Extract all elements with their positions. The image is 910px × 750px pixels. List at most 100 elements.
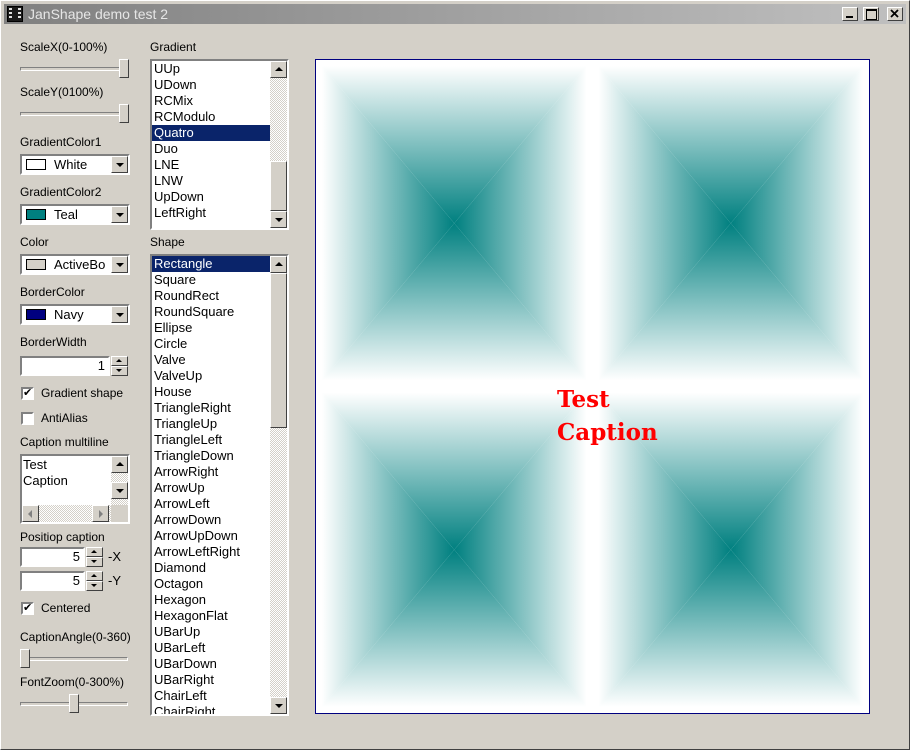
list-item[interactable]: ValveUp bbox=[152, 368, 270, 384]
pos-y-spinner[interactable] bbox=[86, 571, 103, 591]
list-item[interactable]: RoundSquare bbox=[152, 304, 270, 320]
scale-x-slider-thumb[interactable] bbox=[119, 59, 129, 78]
list-item[interactable]: RCMix bbox=[152, 93, 270, 109]
scroll-up-icon[interactable] bbox=[270, 61, 287, 78]
caption-textarea[interactable]: Test Caption bbox=[20, 454, 130, 524]
chevron-down-icon[interactable] bbox=[111, 156, 128, 173]
list-item[interactable]: UBarRight bbox=[152, 672, 270, 688]
list-item[interactable]: TriangleRight bbox=[152, 400, 270, 416]
caption-line: Test bbox=[23, 457, 47, 472]
list-item[interactable]: UBarUp bbox=[152, 624, 270, 640]
gradient-list-label: Gradient bbox=[150, 40, 197, 54]
pos-x-input[interactable]: 5 bbox=[20, 547, 85, 567]
spin-up-icon[interactable] bbox=[111, 356, 128, 366]
antialias-checkbox[interactable] bbox=[21, 412, 34, 425]
list-item[interactable]: Quatro bbox=[152, 125, 270, 141]
list-item[interactable]: UpDown bbox=[152, 189, 270, 205]
list-item[interactable]: ArrowDown bbox=[152, 512, 270, 528]
memo-hscroll[interactable] bbox=[22, 505, 111, 522]
scroll-up-icon[interactable] bbox=[111, 456, 128, 473]
list-item[interactable]: Circle bbox=[152, 336, 270, 352]
list-item[interactable]: Duo bbox=[152, 141, 270, 157]
scroll-down-icon[interactable] bbox=[270, 211, 287, 228]
shape-vscroll[interactable] bbox=[270, 256, 287, 714]
list-item[interactable]: Hexagon bbox=[152, 592, 270, 608]
scale-y-slider-thumb[interactable] bbox=[119, 104, 129, 123]
chevron-down-icon[interactable] bbox=[111, 306, 128, 323]
caption-angle-slider-thumb[interactable] bbox=[20, 649, 30, 668]
gradient-color2-label: GradientColor2 bbox=[20, 185, 102, 199]
list-item[interactable]: ArrowLeftRight bbox=[152, 544, 270, 560]
scale-x-track[interactable] bbox=[20, 67, 129, 71]
scroll-right-icon[interactable] bbox=[92, 505, 109, 522]
scroll-left-icon[interactable] bbox=[22, 505, 39, 522]
list-item[interactable]: Ellipse bbox=[152, 320, 270, 336]
list-item[interactable]: Rectangle bbox=[152, 256, 270, 272]
list-item[interactable]: ArrowUpDown bbox=[152, 528, 270, 544]
list-item[interactable]: TriangleLeft bbox=[152, 432, 270, 448]
list-item[interactable]: ArrowUp bbox=[152, 480, 270, 496]
list-item[interactable]: ArrowRight bbox=[152, 464, 270, 480]
spin-down-icon[interactable] bbox=[111, 366, 128, 376]
gradient-vscroll[interactable] bbox=[270, 61, 287, 228]
scroll-down-icon[interactable] bbox=[270, 697, 287, 714]
color-select[interactable]: ActiveBo bbox=[20, 254, 130, 275]
border-color-label: BorderColor bbox=[20, 285, 85, 299]
chevron-down-icon[interactable] bbox=[111, 206, 128, 223]
app-window: JanShape demo test 2 ScaleX(0-100%) Scal… bbox=[0, 0, 910, 750]
list-item[interactable]: UUp bbox=[152, 61, 270, 77]
border-width-input[interactable]: 1 bbox=[20, 356, 110, 376]
list-item[interactable]: RCModulo bbox=[152, 109, 270, 125]
chevron-down-icon[interactable] bbox=[111, 256, 128, 273]
scroll-thumb[interactable] bbox=[270, 273, 287, 428]
list-item[interactable]: House bbox=[152, 384, 270, 400]
shape-listbox[interactable]: Rectangle Square RoundRect RoundSquare Ellip… bbox=[150, 254, 289, 716]
scroll-up-icon[interactable] bbox=[270, 256, 287, 273]
list-item[interactable]: Diamond bbox=[152, 560, 270, 576]
list-item[interactable]: LeftRight bbox=[152, 205, 270, 221]
list-item[interactable]: TriangleDown bbox=[152, 448, 270, 464]
list-item[interactable]: UBarLeft bbox=[152, 640, 270, 656]
border-width-label: BorderWidth bbox=[20, 335, 87, 349]
font-zoom-slider-thumb[interactable] bbox=[69, 694, 79, 713]
gradient-color2-select[interactable]: Teal bbox=[20, 204, 130, 225]
list-item[interactable]: LNW bbox=[152, 173, 270, 189]
pos-y-input[interactable]: 5 bbox=[20, 571, 85, 591]
close-button[interactable] bbox=[887, 7, 903, 21]
gradient-color1-select[interactable]: White bbox=[20, 154, 130, 175]
spin-up-icon[interactable] bbox=[86, 547, 103, 557]
spin-down-icon[interactable] bbox=[86, 557, 103, 567]
list-item[interactable]: ArrowLeft bbox=[152, 496, 270, 512]
gradient-listbox[interactable]: UUp UDown RCMix RCModulo Quatro Duo LNE LNW UpDo… bbox=[150, 59, 289, 230]
list-item[interactable]: Square bbox=[152, 272, 270, 288]
border-color-value: Navy bbox=[54, 307, 84, 322]
list-item[interactable]: TriangleUp bbox=[152, 416, 270, 432]
scroll-down-icon[interactable] bbox=[111, 482, 128, 499]
memo-vscroll[interactable] bbox=[111, 456, 128, 505]
maximize-button[interactable] bbox=[863, 7, 879, 21]
pos-x-value: 5 bbox=[72, 549, 80, 564]
spin-down-icon[interactable] bbox=[86, 581, 103, 591]
border-width-spinner[interactable] bbox=[111, 356, 128, 376]
list-item[interactable]: ChairLeft bbox=[152, 688, 270, 704]
border-color-select[interactable]: Navy bbox=[20, 304, 130, 325]
list-item[interactable]: LNE bbox=[152, 157, 270, 173]
list-item[interactable]: ChairRight bbox=[152, 704, 270, 714]
list-item[interactable]: UBarDown bbox=[152, 656, 270, 672]
list-item[interactable]: Octagon bbox=[152, 576, 270, 592]
list-item[interactable]: UDown bbox=[152, 77, 270, 93]
pos-x-spinner[interactable] bbox=[86, 547, 103, 567]
scroll-thumb[interactable] bbox=[270, 161, 287, 211]
gradient-shape-checkbox[interactable]: ✔ bbox=[21, 387, 34, 400]
scroll-corner bbox=[111, 505, 128, 522]
color-swatch bbox=[26, 159, 46, 170]
minimize-button[interactable] bbox=[842, 7, 858, 21]
spin-up-icon[interactable] bbox=[86, 571, 103, 581]
title-bar[interactable]: JanShape demo test 2 bbox=[4, 4, 906, 24]
centered-checkbox[interactable]: ✔ bbox=[21, 602, 34, 615]
list-item[interactable]: HexagonFlat bbox=[152, 608, 270, 624]
list-item[interactable]: RoundRect bbox=[152, 288, 270, 304]
scale-y-track[interactable] bbox=[20, 112, 129, 116]
list-item[interactable]: Valve bbox=[152, 352, 270, 368]
caption-angle-track[interactable] bbox=[20, 657, 128, 661]
